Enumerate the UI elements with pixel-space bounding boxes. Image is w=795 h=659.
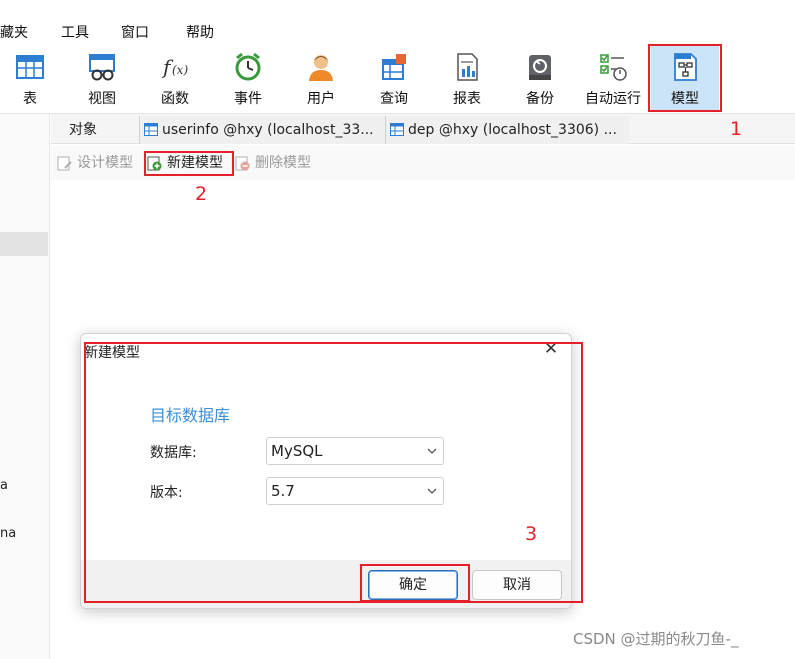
sidebar-item-a[interactable]: a (0, 478, 8, 493)
watermark: CSDN @过期的秋刀鱼-_ (573, 630, 739, 648)
menu-window[interactable]: 窗口 (121, 22, 149, 42)
toolbar-backup-button[interactable]: 备份 (506, 44, 574, 112)
annotation-box-ok (360, 564, 470, 602)
delete-model-icon (235, 156, 250, 171)
tab-userinfo-label: userinfo @hxy (localhost_33... (162, 122, 374, 138)
sidebar-selected-row[interactable] (0, 232, 48, 256)
backup-icon (529, 55, 551, 80)
toolbar-report-label: 报表 (453, 91, 481, 107)
menu-favorites[interactable]: 藏夹 (0, 22, 28, 42)
user-icon (309, 55, 333, 81)
toolbar-event-label: 事件 (234, 91, 262, 107)
function-icon: f (x) (161, 55, 188, 79)
table-icon (16, 55, 44, 79)
annotation-number-1: 1 (730, 118, 743, 140)
query-icon (382, 54, 406, 80)
toolbar-automation-label: 自动运行 (585, 91, 641, 107)
table-icon (144, 123, 158, 136)
report-icon (457, 53, 478, 81)
toolbar-query-button[interactable]: 查询 (360, 44, 428, 112)
svg-text:(x): (x) (172, 63, 188, 77)
tab-userinfo[interactable]: userinfo @hxy (localhost_33... (139, 116, 385, 144)
object-sidebar: a na (0, 114, 50, 659)
delete-model-button[interactable]: 删除模型 (233, 152, 311, 174)
tab-bar: 对象 userinfo @hxy (localhost_33... dep @h… (51, 114, 795, 144)
event-clock-icon (235, 52, 261, 81)
toolbar-function-label: 函数 (161, 91, 189, 107)
menu-help[interactable]: 帮助 (186, 22, 214, 42)
toolbar-query-label: 查询 (380, 91, 408, 107)
toolbar-event-button[interactable]: 事件 (214, 44, 282, 112)
design-model-icon (57, 156, 72, 171)
delete-model-label: 删除模型 (255, 155, 311, 171)
annotation-number-2: 2 (195, 183, 208, 205)
menu-tools[interactable]: 工具 (61, 22, 89, 42)
tab-dep[interactable]: dep @hxy (localhost_3306) ... (385, 116, 629, 144)
toolbar-report-button[interactable]: 报表 (433, 44, 501, 112)
toolbar-view-button[interactable]: 视图 (68, 44, 136, 112)
table-icon (390, 123, 404, 136)
automation-icon (600, 54, 627, 81)
annotation-box-1 (648, 44, 722, 112)
view-icon (89, 54, 115, 81)
tab-dep-label: dep @hxy (localhost_3306) ... (408, 122, 617, 138)
toolbar-automation-button[interactable]: 自动运行 (579, 44, 647, 112)
toolbar-table-label: 表 (23, 91, 37, 107)
sidebar-item-na[interactable]: na (0, 526, 16, 541)
toolbar-table-button[interactable]: 表 (0, 44, 64, 112)
design-model-label: 设计模型 (77, 155, 133, 171)
toolbar-user-label: 用户 (307, 91, 335, 107)
menu-bar: 藏夹 工具 窗口 帮助 (0, 0, 795, 44)
annotation-box-2 (144, 151, 234, 176)
annotation-box-dialog (84, 342, 583, 603)
toolbar-function-button[interactable]: f (x) 函数 (141, 44, 209, 112)
toolbar-view-label: 视图 (88, 91, 116, 107)
tab-objects[interactable]: 对象 (69, 116, 137, 144)
toolbar-backup-label: 备份 (526, 91, 554, 107)
annotation-number-3: 3 (525, 523, 538, 545)
design-model-button[interactable]: 设计模型 (55, 152, 133, 174)
toolbar-user-button[interactable]: 用户 (287, 44, 355, 112)
